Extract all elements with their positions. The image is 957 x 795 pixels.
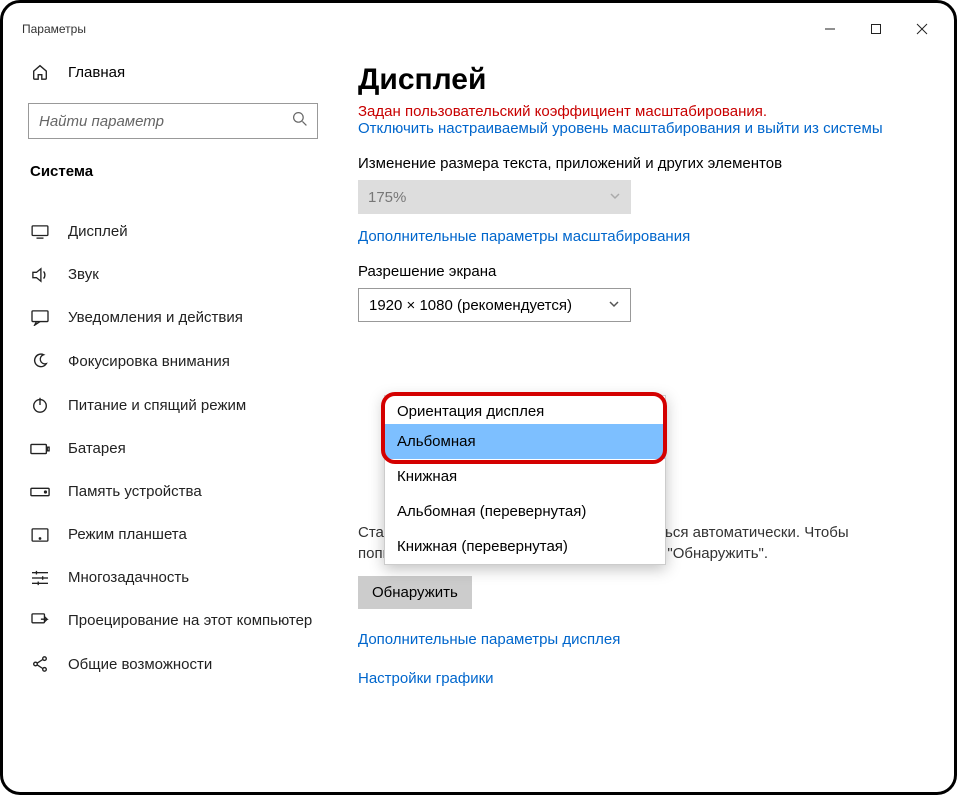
home-nav[interactable]: Главная xyxy=(12,55,334,89)
search-icon xyxy=(292,111,308,131)
category-header: Система xyxy=(12,149,334,186)
maximize-icon xyxy=(870,23,882,35)
sidebar-item-label: Уведомления и действия xyxy=(68,309,243,326)
orientation-option-portrait[interactable]: Книжная xyxy=(385,459,665,494)
storage-icon xyxy=(30,487,50,497)
close-button[interactable] xyxy=(899,12,945,45)
detect-button[interactable]: Обнаружить xyxy=(358,576,472,609)
titlebar: Параметры xyxy=(12,12,945,45)
orientation-option-landscape-flipped[interactable]: Альбомная (перевернутая) xyxy=(385,494,665,529)
sidebar-item-focus[interactable]: Фокусировка внимания xyxy=(12,339,334,383)
orientation-option-label: Альбомная xyxy=(397,433,476,450)
sidebar-item-label: Звук xyxy=(68,266,99,283)
maximize-button[interactable] xyxy=(853,12,899,45)
home-icon xyxy=(30,63,50,81)
close-icon xyxy=(916,23,928,35)
nav-list: Дисплей Звук Уведомления и действия Фоку… xyxy=(12,210,334,686)
battery-icon xyxy=(30,443,50,455)
sidebar-item-notifications[interactable]: Уведомления и действия xyxy=(12,296,334,339)
power-icon xyxy=(30,396,50,414)
disable-custom-scale-link[interactable]: Отключить настраиваемый уровень масштаби… xyxy=(358,120,925,137)
multitasking-icon xyxy=(30,570,50,586)
sidebar-item-power[interactable]: Питание и спящий режим xyxy=(12,383,334,427)
sidebar-item-multitasking[interactable]: Многозадачность xyxy=(12,556,334,599)
resolution-select[interactable]: 1920 × 1080 (рекомендуется) xyxy=(358,288,631,322)
scale-label: Изменение размера текста, приложений и д… xyxy=(358,155,925,172)
minimize-icon xyxy=(824,23,836,35)
projecting-icon xyxy=(30,613,50,629)
orientation-option-label: Книжная xyxy=(397,468,457,485)
notifications-icon xyxy=(30,310,50,326)
sidebar: Главная Система Дисплей xyxy=(12,45,334,783)
sound-icon xyxy=(30,267,50,283)
orientation-option-label: Альбомная (перевернутая) xyxy=(397,503,586,520)
sidebar-item-sound[interactable]: Звук xyxy=(12,253,334,296)
orientation-label: Ориентация дисплея xyxy=(385,396,665,424)
sidebar-item-label: Проецирование на этот компьютер xyxy=(68,612,312,629)
scale-warning: Задан пользовательский коэффициент масшт… xyxy=(358,103,925,120)
sidebar-item-label: Многозадачность xyxy=(68,569,189,586)
advanced-display-link[interactable]: Дополнительные параметры дисплея xyxy=(358,631,925,648)
display-icon xyxy=(30,225,50,239)
sidebar-item-tablet[interactable]: Режим планшета xyxy=(12,513,334,556)
graphics-settings-link[interactable]: Настройки графики xyxy=(358,670,925,687)
sidebar-item-shared[interactable]: Общие возможности xyxy=(12,642,334,686)
sidebar-item-label: Память устройства xyxy=(68,483,202,500)
minimize-button[interactable] xyxy=(807,12,853,45)
advanced-scaling-link[interactable]: Дополнительные параметры масштабирования xyxy=(358,228,925,245)
resolution-value: 1920 × 1080 (рекомендуется) xyxy=(369,297,572,314)
home-label: Главная xyxy=(68,64,125,81)
chevron-down-icon xyxy=(608,297,620,314)
window-buttons xyxy=(807,12,945,45)
sidebar-item-label: Питание и спящий режим xyxy=(68,397,246,414)
window-title: Параметры xyxy=(22,22,86,36)
sidebar-item-battery[interactable]: Батарея xyxy=(12,427,334,470)
orientation-option-landscape[interactable]: Альбомная xyxy=(385,424,665,459)
sidebar-item-label: Дисплей xyxy=(68,223,128,240)
orientation-dropdown[interactable]: Ориентация дисплея Альбомная Книжная Аль… xyxy=(384,395,666,565)
page-title: Дисплей xyxy=(358,63,925,97)
orientation-option-label: Книжная (перевернутая) xyxy=(397,538,568,555)
sidebar-item-label: Фокусировка внимания xyxy=(68,353,230,370)
sidebar-item-storage[interactable]: Память устройства xyxy=(12,470,334,513)
scale-select: 175% xyxy=(358,180,631,214)
tablet-icon xyxy=(30,528,50,542)
shared-icon xyxy=(30,655,50,673)
search-wrap xyxy=(28,103,318,139)
chevron-down-icon xyxy=(609,189,621,206)
sidebar-item-projecting[interactable]: Проецирование на этот компьютер xyxy=(12,599,334,642)
search-input[interactable] xyxy=(28,103,318,139)
sidebar-item-label: Общие возможности xyxy=(68,656,212,673)
resolution-label: Разрешение экрана xyxy=(358,263,925,280)
scale-value: 175% xyxy=(368,189,406,206)
sidebar-item-display[interactable]: Дисплей xyxy=(12,210,334,253)
sidebar-item-label: Батарея xyxy=(68,440,126,457)
sidebar-item-label: Режим планшета xyxy=(68,526,187,543)
focus-icon xyxy=(30,352,50,370)
orientation-option-portrait-flipped[interactable]: Книжная (перевернутая) xyxy=(385,529,665,564)
